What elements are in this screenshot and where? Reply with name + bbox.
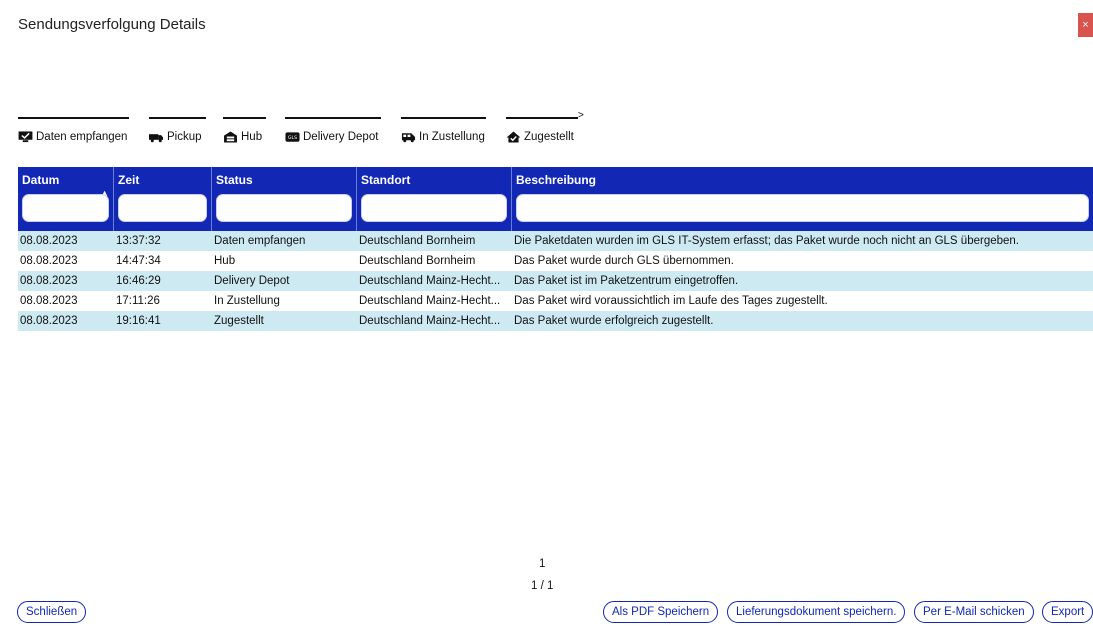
- cell-zeit: 17:11:26: [116, 295, 160, 307]
- cell-standort: Deutschland Bornheim: [359, 235, 476, 247]
- filter-standort-input[interactable]: [361, 194, 507, 222]
- column-title: Status: [216, 173, 253, 187]
- step-label: Hub: [241, 131, 263, 143]
- column-title: Standort: [361, 173, 411, 187]
- table-row[interactable]: 08.08.2023 17:11:26 In Zustellung Deutsc…: [18, 291, 1093, 311]
- cell-beschreibung: Das Paket ist im Paketzentrum eingetroff…: [514, 275, 739, 287]
- column-title: Datum: [22, 173, 60, 187]
- tracking-table: Datum ▲: Zeit Status Standort Beschreibu…: [18, 167, 1093, 331]
- gls-depot-icon: GLS: [285, 132, 300, 142]
- cell-datum: 08.08.2023: [20, 235, 78, 247]
- house-check-icon: [506, 131, 521, 143]
- pager-count: 1 / 1: [531, 580, 554, 592]
- table-row[interactable]: 08.08.2023 19:16:41 Zugestellt Deutschla…: [18, 311, 1093, 331]
- step-label: Zugestellt: [524, 131, 574, 143]
- filter-zeit-input[interactable]: [118, 194, 207, 222]
- tracking-progress: Daten empfangen Pickup Hub GLS Delivery …: [18, 110, 618, 150]
- cell-datum: 08.08.2023: [20, 255, 78, 267]
- column-header-beschreibung[interactable]: Beschreibung: [512, 167, 1093, 231]
- cell-zeit: 16:46:29: [116, 275, 161, 287]
- table-header: Datum ▲: Zeit Status Standort Beschreibu…: [18, 167, 1093, 231]
- column-header-zeit[interactable]: Zeit: [114, 167, 212, 231]
- save-delivery-document-button[interactable]: Lieferungsdokument speichern.: [727, 601, 906, 623]
- cell-datum: 08.08.2023: [20, 275, 78, 287]
- cell-status: Hub: [214, 255, 236, 267]
- monitor-check-icon: [18, 131, 33, 143]
- table-row[interactable]: 08.08.2023 13:37:32 Daten empfangen Deut…: [18, 231, 1093, 251]
- step-label: In Zustellung: [419, 131, 485, 143]
- column-title: Zeit: [118, 173, 140, 187]
- cell-beschreibung: Das Paket wurde erfolgreich zugestellt.: [514, 315, 714, 327]
- column-header-status[interactable]: Status: [212, 167, 357, 231]
- close-icon[interactable]: ×: [1078, 13, 1093, 37]
- cell-status: Delivery Depot: [214, 275, 290, 287]
- cell-beschreibung: Das Paket wird voraussichtlich im Laufe …: [514, 295, 828, 307]
- step-label: Pickup: [167, 131, 202, 143]
- cell-zeit: 14:47:34: [116, 255, 161, 267]
- truck-icon: [149, 134, 164, 143]
- step-label: Delivery Depot: [303, 131, 379, 143]
- cell-datum: 08.08.2023: [20, 315, 78, 327]
- email-button[interactable]: Per E-Mail schicken: [914, 601, 1034, 623]
- cell-zeit: 19:16:41: [116, 315, 161, 327]
- cell-zeit: 13:37:32: [116, 235, 161, 247]
- column-title: Beschreibung: [516, 173, 597, 187]
- cell-status: Daten empfangen: [214, 235, 306, 247]
- filter-beschreibung-input[interactable]: [516, 194, 1089, 222]
- filter-status-input[interactable]: [216, 194, 352, 222]
- cell-standort: Deutschland Mainz-Hecht...: [359, 275, 501, 287]
- export-button[interactable]: Export: [1042, 601, 1093, 623]
- table-row[interactable]: 08.08.2023 14:47:34 Hub Deutschland Born…: [18, 251, 1093, 271]
- cell-datum: 08.08.2023: [20, 295, 78, 307]
- column-header-datum[interactable]: Datum ▲:: [18, 167, 114, 231]
- dialog-title: Sendungsverfolgung Details: [18, 16, 206, 33]
- pager-page-link[interactable]: 1: [539, 558, 545, 570]
- cell-standort: Deutschland Bornheim: [359, 255, 476, 267]
- arrow-head-icon: >: [578, 110, 584, 121]
- step-label: Daten empfangen: [36, 131, 128, 143]
- cell-status: Zugestellt: [214, 315, 264, 327]
- cell-standort: Deutschland Mainz-Hecht...: [359, 295, 501, 307]
- warehouse-icon: [224, 131, 237, 143]
- cell-status: In Zustellung: [214, 295, 280, 307]
- delivery-van-icon: [401, 133, 416, 143]
- cell-standort: Deutschland Mainz-Hecht...: [359, 315, 501, 327]
- save-pdf-button[interactable]: Als PDF Speichern: [603, 601, 719, 623]
- column-header-standort[interactable]: Standort: [357, 167, 512, 231]
- close-dialog-button[interactable]: Schließen: [17, 601, 87, 623]
- cell-beschreibung: Das Paket wurde durch GLS übernommen.: [514, 255, 734, 267]
- table-row[interactable]: 08.08.2023 16:46:29 Delivery Depot Deuts…: [18, 271, 1093, 291]
- cell-beschreibung: Die Paketdaten wurden im GLS IT-System e…: [514, 235, 1019, 247]
- filter-datum-input[interactable]: [22, 194, 109, 222]
- svg-text:GLS: GLS: [288, 135, 297, 141]
